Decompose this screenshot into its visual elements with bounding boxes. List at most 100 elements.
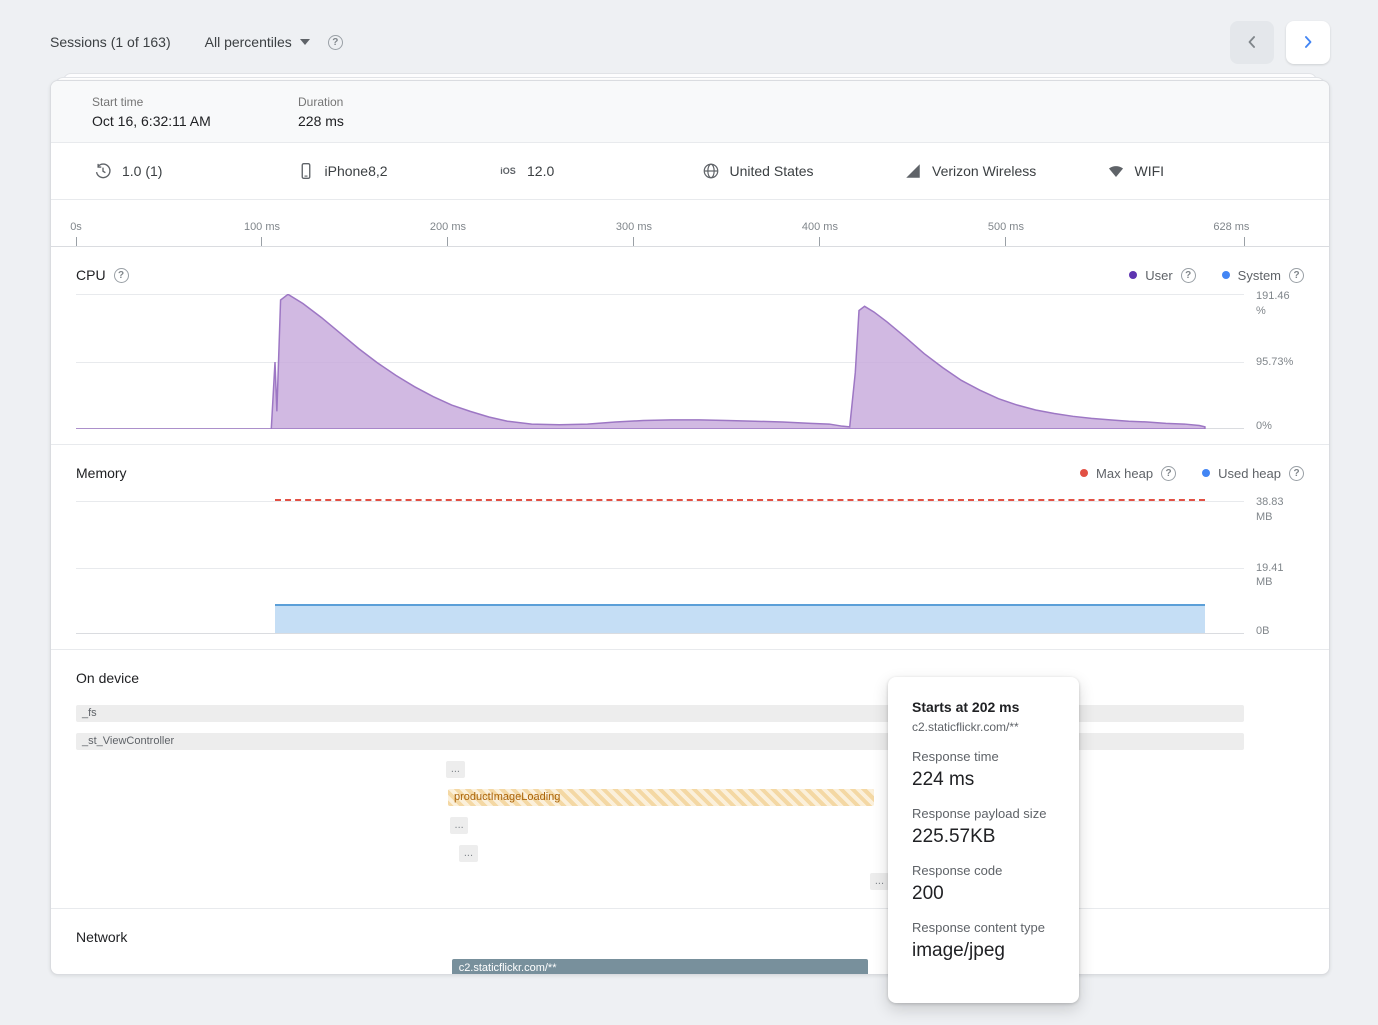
help-icon[interactable]: ? — [1161, 466, 1176, 481]
session-meta-row: Start time Oct 16, 6:32:11 AM Duration 2… — [51, 81, 1329, 143]
cpu-user-area — [76, 294, 1205, 429]
globe-icon — [702, 162, 720, 180]
app-version-value: 1.0 (1) — [122, 163, 162, 179]
max-heap-legend-label: Max heap — [1096, 466, 1153, 481]
cpu-legend-system: System ? — [1222, 268, 1304, 283]
tooltip-field: Response time 224 ms — [912, 749, 1055, 791]
tooltip-field: Response payload size 225.57KB — [912, 806, 1055, 848]
cpu-section-header: CPU ? User ? System ? — [51, 247, 1329, 294]
collapsed-trace-chip[interactable]: ... — [446, 761, 465, 778]
tooltip-field-value: 200 — [912, 883, 1055, 905]
ruler-tick-mark — [76, 237, 77, 246]
memory-axis: 38.83 MB 19.41 MB 0B — [1244, 492, 1329, 634]
carrier-value: Verizon Wireless — [932, 163, 1036, 179]
tooltip-title: Starts at 202 ms — [912, 699, 1055, 715]
chip-label: ... — [455, 819, 464, 831]
cpu-axis-zero: 0% — [1256, 419, 1300, 434]
memory-legend: Max heap ? Used heap ? — [1080, 466, 1304, 481]
country-item: United States — [702, 162, 905, 180]
next-session-button[interactable] — [1286, 21, 1330, 64]
ruler-tick-label: 200 ms — [430, 221, 466, 233]
memory-axis-max: 38.83 MB — [1256, 495, 1300, 525]
max-heap-legend-dot — [1080, 469, 1088, 477]
tooltip-field-label: Response content type — [912, 920, 1055, 935]
ios-icon: iOS — [499, 162, 517, 180]
help-icon[interactable]: ? — [1289, 268, 1304, 283]
version-history-icon — [94, 162, 112, 180]
used-heap-legend-dot — [1202, 469, 1210, 477]
network-request-label: c2.staticflickr.com/** — [459, 962, 557, 974]
tooltip-field-label: Response time — [912, 749, 1055, 764]
cpu-section: CPU ? User ? System ? — [51, 247, 1329, 445]
memory-legend-max-heap: Max heap ? — [1080, 466, 1176, 481]
chevron-left-icon — [1242, 32, 1262, 52]
help-icon[interactable]: ? — [328, 35, 343, 50]
ruler-tick-mark — [1005, 237, 1006, 246]
chip-label: ... — [875, 875, 884, 887]
help-icon[interactable]: ? — [114, 268, 129, 283]
cpu-axis: 191.46 % 95.73% 0% — [1244, 294, 1329, 429]
system-legend-label: System — [1238, 268, 1281, 283]
start-time-label: Start time — [92, 95, 298, 109]
system-legend-dot — [1222, 271, 1230, 279]
help-icon[interactable]: ? — [1289, 466, 1304, 481]
previous-session-button[interactable] — [1230, 21, 1274, 64]
memory-title: Memory — [76, 465, 127, 481]
phone-icon — [297, 162, 315, 180]
memory-max-line — [275, 499, 1205, 501]
ruler-tick-mark — [447, 237, 448, 246]
device-info-row: 1.0 (1) iPhone8,2 iOS 12.0 United States — [51, 143, 1329, 200]
os-version-item: iOS 12.0 — [499, 162, 702, 180]
cpu-chart — [76, 294, 1244, 429]
sessions-count-label: Sessions (1 of 163) — [50, 34, 171, 50]
tooltip-field-label: Response payload size — [912, 806, 1055, 821]
cpu-axis-max: 191.46 % — [1256, 289, 1300, 319]
ruler-tick-mark — [819, 237, 820, 246]
on-device-title: On device — [76, 670, 139, 686]
percentiles-dropdown[interactable]: All percentiles — [205, 34, 310, 50]
custom-trace-label: productImageLoading — [454, 791, 560, 803]
duration-label: Duration — [298, 95, 504, 109]
ruler-tick-label: 628 ms — [1213, 221, 1249, 233]
wifi-icon — [1107, 162, 1125, 180]
memory-legend-used-heap: Used heap ? — [1202, 466, 1304, 481]
tooltip-field-value: 224 ms — [912, 769, 1055, 791]
memory-chart — [76, 492, 1244, 634]
tooltip-field-label: Response code — [912, 863, 1055, 878]
timeline-ruler-scale: 0s 100 ms 200 ms 300 ms 400 ms 500 ms 62… — [76, 200, 1244, 246]
collapsed-trace-chip[interactable]: ... — [459, 845, 478, 862]
tooltip-url: c2.staticflickr.com/** — [912, 720, 1055, 734]
collapsed-trace-chip[interactable]: ... — [870, 873, 889, 890]
signal-strength-icon — [904, 162, 922, 180]
on-device-section-header: On device — [51, 650, 1329, 686]
start-time-block: Start time Oct 16, 6:32:11 AM — [92, 95, 298, 129]
start-time-value: Oct 16, 6:32:11 AM — [92, 113, 298, 129]
ruler-tick-mark — [1244, 237, 1245, 246]
ruler-tick-label: 400 ms — [802, 221, 838, 233]
network-request-tooltip: Starts at 202 ms c2.staticflickr.com/** … — [888, 677, 1079, 1003]
collapsed-trace-chip[interactable]: ... — [450, 817, 469, 834]
carrier-item: Verizon Wireless — [904, 162, 1107, 180]
session-detail-card: Start time Oct 16, 6:32:11 AM Duration 2… — [50, 80, 1330, 975]
os-version-value: 12.0 — [527, 163, 554, 179]
custom-trace-bar[interactable]: productImageLoading — [448, 789, 874, 806]
tooltip-field: Response code 200 — [912, 863, 1055, 905]
tooltip-field-value: image/jpeg — [912, 940, 1055, 962]
radio-item: WIFI — [1107, 162, 1310, 180]
device-model-value: iPhone8,2 — [325, 163, 388, 179]
chip-label: ... — [464, 847, 473, 859]
memory-section-header: Memory Max heap ? Used heap ? — [51, 445, 1329, 492]
caret-down-icon — [300, 39, 310, 45]
radio-value: WIFI — [1135, 163, 1165, 179]
memory-axis-zero: 0B — [1256, 624, 1300, 639]
chevron-right-icon — [1298, 32, 1318, 52]
gridline — [76, 501, 1244, 502]
help-icon[interactable]: ? — [1181, 268, 1196, 283]
network-request-bar[interactable]: c2.staticflickr.com/** — [452, 959, 869, 975]
network-section: Network c2.staticflickr.com/** — [51, 909, 1329, 975]
gridline — [76, 633, 1244, 634]
country-value: United States — [730, 163, 814, 179]
tooltip-field: Response content type image/jpeg — [912, 920, 1055, 962]
app-version-item: 1.0 (1) — [94, 162, 297, 180]
ruler-tick-label: 100 ms — [244, 221, 280, 233]
